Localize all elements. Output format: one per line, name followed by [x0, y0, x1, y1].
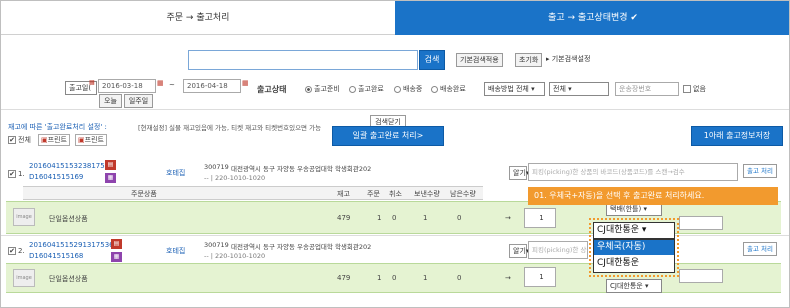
tracking-number-input[interactable]: 운송장번호 [615, 82, 679, 96]
barcode-input[interactable]: 피킹(picking)한 상품의 바코드(상품코드)를 스캔→검수 [528, 163, 738, 181]
address: 대전광역시 동구 자양동 우송공업대학 학생회관202 [231, 243, 372, 251]
tab-shipping-status-change[interactable]: 출고 → 출고상태변경 ✔ [395, 1, 789, 35]
buyer-name[interactable]: 호테집 [166, 168, 185, 178]
date-to-input[interactable]: 2016-04-18 [183, 79, 241, 93]
search-input[interactable] [188, 50, 418, 70]
arrow: → [505, 274, 511, 282]
order-sub-link[interactable]: D16041515169 [29, 173, 83, 181]
status-radio-ready[interactable]: 출고준비 [305, 84, 340, 94]
status-radio-delivered[interactable]: 배송완료 [431, 84, 466, 94]
col-cancel: 취소 [389, 190, 402, 198]
stock-value: 479 [337, 214, 351, 222]
instruction-callout: 01. 우체국+자동)을 선택 후 출고완료 처리하세요. [528, 187, 778, 205]
product-name: 단일옵션상품 [49, 215, 88, 223]
divider [1, 109, 789, 110]
arrow: → [505, 214, 511, 222]
qty-input[interactable]: 1 [524, 267, 556, 287]
ship-button[interactable]: 출고 처리 [743, 242, 777, 256]
delivery-method-select[interactable]: 배송방법 전체 ▾ [484, 82, 545, 96]
col-sent: 보낸수량 [414, 190, 440, 198]
stock-setting-link[interactable]: 재고에 따른 '출고완료처리 설정' : [8, 122, 107, 132]
buyer-name[interactable]: 호테집 [166, 246, 185, 256]
cancel-value: 0 [392, 274, 397, 282]
more-button[interactable]: 알기▾ [509, 166, 529, 180]
remain-value: 0 [457, 214, 462, 222]
today-button[interactable]: 오늘 [99, 94, 122, 108]
ship-button[interactable]: 출고 처리 [743, 164, 777, 178]
status-radio-complete[interactable]: 출고완료 [349, 84, 384, 94]
product-image-icon: image [13, 208, 35, 226]
stock-value: 479 [337, 274, 351, 282]
order-number-link[interactable]: 2016041515291317536 [29, 241, 114, 249]
courier-dropdown-selected[interactable]: CJ대한통운 ▾ [593, 222, 675, 239]
col-order: 주문 [367, 190, 380, 198]
print-icon: ▣ [78, 136, 85, 144]
calendar-icon[interactable]: ▦ [242, 79, 249, 87]
search-button[interactable]: 검색 [419, 50, 445, 70]
apply-search-button[interactable]: 기본검색적용 [456, 53, 503, 67]
order-checkbox[interactable]: ✔ 1. [8, 170, 25, 178]
phone: -- | 220-1010-1020 [204, 252, 266, 260]
person-icon[interactable]: ▦ [111, 252, 122, 262]
printer-icon[interactable]: ▤ [105, 160, 116, 170]
col-stock: 재고 [337, 190, 350, 198]
zip-code: 300719 [204, 163, 229, 171]
week-button[interactable]: 일주일 [124, 94, 153, 108]
qty-input[interactable]: 1 [524, 208, 556, 228]
phone: -- | 220-1010-1020 [204, 174, 266, 182]
zip-code: 300719 [204, 241, 229, 249]
print-icon: ▣ [41, 136, 48, 144]
search-settings-link[interactable]: ▸ 기본검색설정 [546, 54, 590, 64]
remain-value: 0 [457, 274, 462, 282]
address: 대전광역시 동구 자양동 우송공업대학 학생회관202 [231, 165, 372, 173]
order-checkbox[interactable]: ✔ 2. [8, 247, 25, 255]
date-from-input[interactable]: 2016-03-18 [98, 79, 156, 93]
col-remain: 남은수량 [450, 190, 476, 198]
sent-value: 1 [423, 274, 428, 282]
barcode-input[interactable]: 피킹(picking)한 상품의 바코드(상품코드)를 스캔→검수 [528, 241, 588, 259]
status-radio-shipping[interactable]: 배송중 [394, 84, 422, 94]
order-value: 1 [377, 274, 382, 282]
tab-order-to-shipping[interactable]: 주문 → 출고처리 [1, 1, 395, 35]
cancel-value: 0 [392, 214, 397, 222]
calendar-icon[interactable]: ▦ [157, 79, 164, 87]
current-setting-text: [현재설정] 실물 재고있음에 가능, 티켓 재고와 티켓번호있으면 가능 [138, 124, 322, 132]
date-tilde: ~ [169, 81, 175, 89]
select-all-checkbox[interactable]: ✔ 전체 [8, 135, 31, 145]
save-shipping-info-button[interactable]: 1아래 출고정보저장 [691, 126, 783, 146]
order-number-link[interactable]: 2016041515323817537 [29, 162, 114, 170]
courier-option-post-auto[interactable]: 우체국(자동) [594, 240, 674, 255]
courier-select[interactable]: 전체 ▾ [549, 82, 609, 96]
product-image-icon: image [13, 269, 35, 287]
col-product: 주문상품 [131, 190, 157, 198]
calendar-icon[interactable]: ▦ [89, 79, 95, 86]
print-button-1[interactable]: ▣프린트 [38, 134, 70, 146]
reset-button[interactable]: 초기화 [515, 53, 543, 67]
order-sub-link[interactable]: D16041515168 [29, 252, 83, 260]
status-label: 출고상태 [257, 85, 287, 94]
more-button[interactable]: 알기▾ [509, 244, 529, 258]
bulk-complete-button[interactable]: 일괄 출고완료 처리> [332, 126, 444, 146]
sent-value: 1 [423, 214, 428, 222]
page: 주문 → 출고처리 출고 → 출고상태변경 ✔ 검색 기본검색적용 초기화 ▸ … [0, 0, 790, 308]
courier-option-cj[interactable]: CJ대한통운 [594, 256, 674, 271]
print-button-2[interactable]: ▣프린트 [75, 134, 107, 146]
order-value: 1 [377, 214, 382, 222]
tracking-input-row1[interactable] [679, 216, 723, 230]
product-name: 단일옵션상품 [49, 275, 88, 283]
tracking-input-row2[interactable] [679, 269, 723, 283]
person-icon[interactable]: ▦ [105, 173, 116, 183]
printer-icon[interactable]: ▤ [111, 239, 122, 249]
no-tracking-checkbox[interactable]: 없음 [683, 84, 706, 94]
courier-select-row2[interactable]: CJ대한통운 ▾ [606, 279, 662, 293]
